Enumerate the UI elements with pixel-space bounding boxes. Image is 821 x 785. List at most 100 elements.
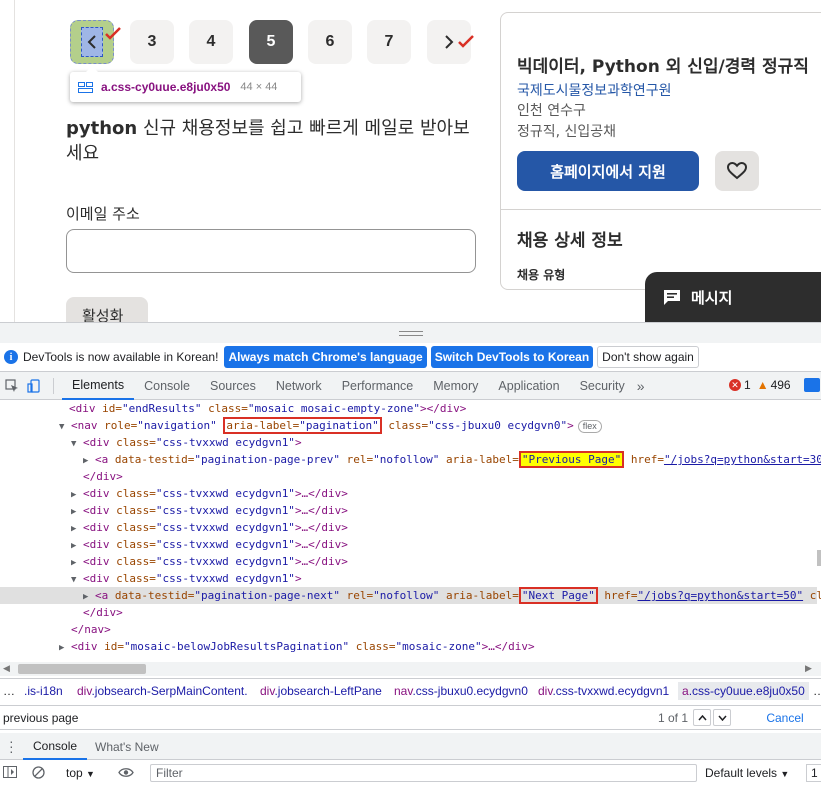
dom-node[interactable]: ▼ <div class="css-tvxxwd ecydgvn1"> [71, 434, 302, 451]
tab-sources[interactable]: Sources [200, 372, 266, 400]
language-infobar: i DevTools is now available in Korean! A… [0, 343, 821, 372]
aria-label-highlight: aria-label="pagination" [223, 417, 382, 434]
flex-badge[interactable]: flex [577, 419, 602, 433]
breadcrumb-more[interactable]: … [813, 684, 821, 698]
log-levels-dropdown[interactable]: Default levels ▼ [705, 766, 789, 780]
switch-language-button[interactable]: Switch DevTools to Korean [430, 346, 594, 368]
scroll-left-icon[interactable]: ◀ [3, 664, 10, 674]
scroll-right-icon[interactable]: ▶ [805, 664, 812, 674]
drawer-menu-icon[interactable]: · · · [9, 734, 14, 758]
breadcrumb-item[interactable]: nav.css-jbuxu0.ecydgvn0 [394, 684, 528, 698]
breadcrumb-item[interactable]: div.css-tvxxwd.ecydgvn1 [538, 684, 669, 698]
issues-badge[interactable]: 1 [806, 764, 821, 782]
flex-layout-icon [78, 81, 93, 93]
dont-show-again-button[interactable]: Don't show again [597, 346, 699, 368]
tab-application[interactable]: Application [488, 372, 569, 400]
drawer-tab-console[interactable]: Console [23, 733, 88, 760]
feedback-icon[interactable] [804, 378, 820, 392]
left-border [14, 0, 15, 322]
message-button[interactable]: 메시지 [645, 272, 821, 322]
dom-node[interactable]: ▶ <div class="css-tvxxwd ecydgvn1">…</div… [71, 553, 348, 570]
search-next-button[interactable] [713, 709, 731, 726]
error-icon: ✕ [729, 379, 741, 391]
separator [53, 377, 54, 394]
email-label: 이메일 주소 [66, 205, 140, 223]
info-icon: i [4, 350, 18, 364]
href-link[interactable]: "/jobs?q=python&start=50" [638, 589, 804, 602]
tab-console[interactable]: Console [134, 372, 200, 400]
tab-security[interactable]: Security [570, 372, 635, 400]
drawer-tabbar: · · · Console What's New [0, 733, 821, 760]
email-field[interactable] [66, 229, 476, 273]
grip-icon [398, 330, 423, 336]
apply-button[interactable]: 홈페이지에서 지원 [517, 151, 699, 191]
match-language-button[interactable]: Always match Chrome's language [224, 346, 427, 368]
subscribe-keyword: python [66, 118, 138, 139]
tooltip-selector: a.css-cy0uue.e8ju0x50 [101, 80, 231, 94]
dom-node[interactable]: ▶ <div class="css-tvxxwd ecydgvn1">…</div… [71, 536, 348, 553]
infobar-message: DevTools is now available in Korean! [23, 350, 219, 364]
clear-console-icon[interactable] [32, 766, 45, 779]
dom-node-prev-link[interactable]: ▶ <a data-testid="pagination-page-prev" r… [83, 451, 821, 468]
issues-counter[interactable]: ✕ 1 ▲ 496 [729, 378, 791, 392]
dom-node-nav[interactable]: ▼ <nav role="navigation" aria-label="pagi… [59, 417, 602, 434]
message-label: 메시지 [691, 288, 733, 307]
detail-heading: 채용 상세 정보 [517, 231, 623, 251]
search-match-count: 1 of 1 [658, 711, 689, 725]
breadcrumb-item-active[interactable]: a.css-cy0uue.e8ju0x50 [678, 682, 809, 700]
devtools-resizer[interactable] [0, 322, 821, 343]
eye-icon[interactable] [118, 767, 134, 778]
elements-panel: <div id="endResults" class="mosaic mosai… [0, 400, 821, 662]
breadcrumb-item[interactable]: div.jobsearch-SerpMainContent. [77, 684, 248, 698]
dom-search-bar: previous page 1 of 1 Cancel [0, 705, 821, 730]
horizontal-scrollbar[interactable]: ◀ ▶ [0, 662, 821, 676]
tab-network[interactable]: Network [266, 372, 332, 400]
page-viewport: 3 4 5 6 7 a.css-cy0uue.e8ju0x50 44 × 44 … [0, 0, 821, 322]
dom-node-next-link-selected[interactable]: ▶ <a data-testid="pagination-page-next" r… [0, 587, 821, 604]
search-prev-button[interactable] [693, 709, 711, 726]
console-filter-input[interactable]: Filter [150, 764, 697, 782]
device-toolbar-icon[interactable] [27, 378, 41, 393]
job-type: 정규직, 신입공채 [517, 124, 617, 140]
dom-node[interactable]: ▶ <div id="mosaic-belowJobResultsPaginati… [59, 638, 535, 655]
vertical-scrollbar[interactable] [817, 550, 821, 566]
checkmark-icon [458, 35, 474, 48]
breadcrumb-item[interactable]: .is-i18n [24, 684, 63, 698]
more-tabs-icon[interactable]: » [637, 378, 645, 394]
breadcrumb-item[interactable]: div.jobsearch-LeftPane [260, 684, 382, 698]
page-button-current[interactable]: 5 [249, 20, 293, 64]
tab-memory[interactable]: Memory [423, 372, 488, 400]
scroll-thumb[interactable] [18, 664, 146, 674]
save-job-button[interactable] [715, 151, 759, 191]
company-link[interactable]: 국제도시물정보과학연구원 [517, 80, 672, 100]
href-link[interactable]: "/jobs?q=python&start=30 [664, 453, 821, 466]
breadcrumb-ellipsis[interactable]: … [3, 684, 15, 698]
dom-node[interactable]: ▶ <div class="css-tvxxwd ecydgvn1">…</div… [71, 485, 348, 502]
chevron-down-icon [717, 715, 727, 721]
tooltip-size: 44 × 44 [240, 81, 278, 93]
message-icon [664, 289, 680, 305]
job-location: 인천 연수구 [517, 103, 586, 119]
page-button[interactable]: 3 [130, 20, 174, 64]
drawer-tab-whats-new[interactable]: What's New [85, 733, 169, 760]
tab-elements[interactable]: Elements [62, 372, 135, 400]
search-cancel-button[interactable]: Cancel [754, 709, 816, 727]
context-selector[interactable]: top ▼ [66, 766, 95, 780]
activate-button[interactable]: 활성화 [66, 297, 148, 322]
dom-close-tag: </div> [83, 470, 123, 483]
page-button[interactable]: 6 [308, 20, 352, 64]
dom-node[interactable]: ▼ <div class="css-tvxxwd ecydgvn1"> [71, 570, 302, 587]
expanded-triangle-icon[interactable]: ▼ [59, 419, 71, 436]
page-button[interactable]: 4 [189, 20, 233, 64]
dom-close-tag: </div> [83, 606, 123, 619]
expanded-triangle-icon[interactable]: ▼ [71, 436, 83, 453]
inspect-element-icon[interactable] [5, 378, 19, 393]
search-input[interactable]: previous page [3, 711, 78, 725]
sidebar-toggle-icon[interactable] [3, 766, 17, 778]
tab-performance[interactable]: Performance [332, 372, 424, 400]
collapsed-triangle-icon[interactable]: ▶ [59, 640, 71, 657]
dom-node[interactable]: <div id="endResults" class="mosaic mosai… [69, 400, 466, 417]
dom-node[interactable]: ▶ <div class="css-tvxxwd ecydgvn1">…</div… [71, 502, 348, 519]
dom-node[interactable]: ▶ <div class="css-tvxxwd ecydgvn1">…</div… [71, 519, 348, 536]
page-button[interactable]: 7 [367, 20, 411, 64]
